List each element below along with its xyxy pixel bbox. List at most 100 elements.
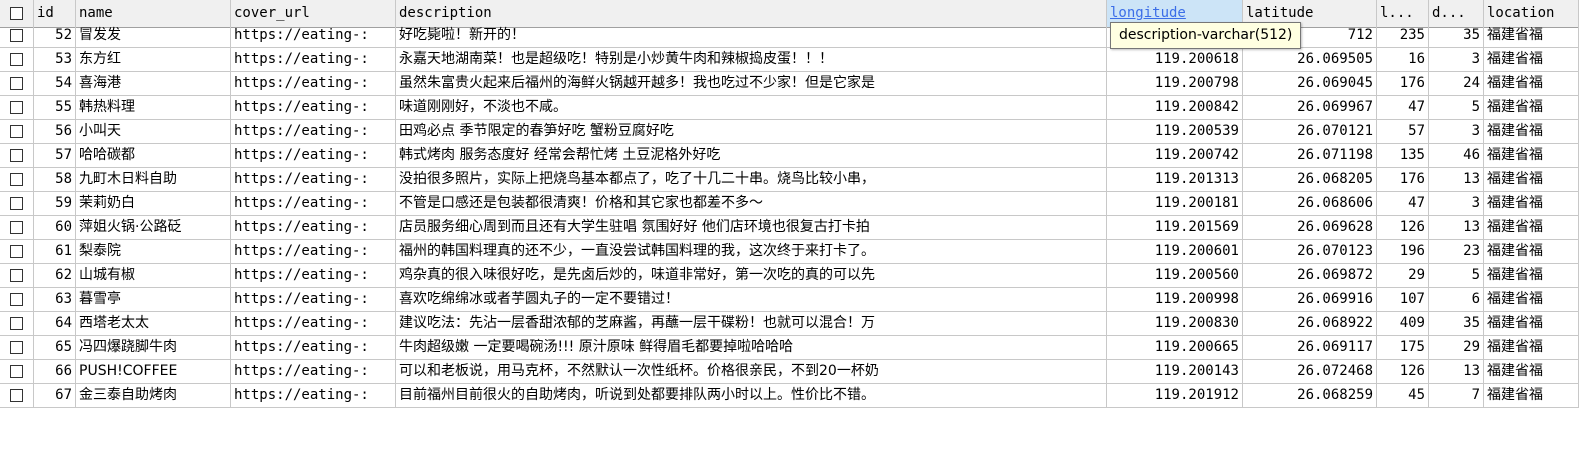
row-checkbox[interactable] <box>0 336 34 360</box>
cell-latitude[interactable]: 26.069505 <box>1243 48 1377 72</box>
cell-id[interactable]: 60 <box>34 216 76 240</box>
row-checkbox[interactable] <box>0 96 34 120</box>
checkbox-icon[interactable] <box>10 197 23 210</box>
cell-location[interactable]: 福建省福 <box>1484 264 1579 288</box>
cell-cover_url[interactable]: https://eating-: <box>231 384 396 408</box>
cell-latitude[interactable]: 26.069872 <box>1243 264 1377 288</box>
cell-location[interactable]: 福建省福 <box>1484 120 1579 144</box>
checkbox-icon[interactable] <box>10 341 23 354</box>
cell-description[interactable]: 可以和老板说，用马克杯，不然默认一次性纸杯。价格很亲民，不到20一杯奶 <box>396 360 1107 384</box>
cell-d[interactable]: 13 <box>1429 216 1484 240</box>
checkbox-icon[interactable] <box>10 29 23 42</box>
cell-cover_url[interactable]: https://eating-: <box>231 216 396 240</box>
cell-id[interactable]: 52 <box>34 24 76 48</box>
cell-location[interactable]: 福建省福 <box>1484 216 1579 240</box>
cell-longitude[interactable]: 119.200830 <box>1107 312 1243 336</box>
checkbox-icon[interactable] <box>10 149 23 162</box>
cell-name[interactable]: 小叫天 <box>76 120 231 144</box>
cell-location[interactable]: 福建省福 <box>1484 48 1579 72</box>
cell-l[interactable]: 126 <box>1377 360 1429 384</box>
row-checkbox[interactable] <box>0 360 34 384</box>
cell-latitude[interactable]: 26.068922 <box>1243 312 1377 336</box>
cell-d[interactable]: 3 <box>1429 120 1484 144</box>
cell-location[interactable]: 福建省福 <box>1484 360 1579 384</box>
checkbox-icon[interactable] <box>10 245 23 258</box>
checkbox-icon[interactable] <box>10 317 23 330</box>
cell-description[interactable]: 虽然朱富贵火起来后福州的海鲜火锅越开越多！我也吃过不少家！但是它家是 <box>396 72 1107 96</box>
row-checkbox[interactable] <box>0 48 34 72</box>
cell-cover_url[interactable]: https://eating-: <box>231 168 396 192</box>
cell-cover_url[interactable]: https://eating-: <box>231 312 396 336</box>
row-checkbox[interactable] <box>0 120 34 144</box>
cell-cover_url[interactable]: https://eating-: <box>231 24 396 48</box>
cell-d[interactable]: 6 <box>1429 288 1484 312</box>
cell-d[interactable]: 35 <box>1429 312 1484 336</box>
cell-longitude[interactable]: 119.200601 <box>1107 240 1243 264</box>
data-grid[interactable]: id name cover_url description longitude latit… <box>0 0 1579 408</box>
cell-longitude[interactable]: 119.200560 <box>1107 264 1243 288</box>
cell-id[interactable]: 63 <box>34 288 76 312</box>
row-checkbox[interactable] <box>0 216 34 240</box>
cell-cover_url[interactable]: https://eating-: <box>231 120 396 144</box>
cell-longitude[interactable]: 119.201912 <box>1107 384 1243 408</box>
cell-latitude[interactable]: 26.070121 <box>1243 120 1377 144</box>
row-checkbox[interactable] <box>0 384 34 408</box>
cell-d[interactable]: 5 <box>1429 264 1484 288</box>
checkbox-icon[interactable] <box>10 293 23 306</box>
cell-name[interactable]: 西塔老太太 <box>76 312 231 336</box>
cell-latitude[interactable]: 26.072468 <box>1243 360 1377 384</box>
cell-cover_url[interactable]: https://eating-: <box>231 96 396 120</box>
cell-longitude[interactable]: 119.200842 <box>1107 96 1243 120</box>
cell-name[interactable]: 金三泰自助烤肉 <box>76 384 231 408</box>
cell-l[interactable]: 176 <box>1377 168 1429 192</box>
cell-location[interactable]: 福建省福 <box>1484 168 1579 192</box>
row-checkbox[interactable] <box>0 264 34 288</box>
cell-latitude[interactable]: 26.069117 <box>1243 336 1377 360</box>
cell-name[interactable]: 暮雪亭 <box>76 288 231 312</box>
row-checkbox[interactable] <box>0 144 34 168</box>
cell-d[interactable]: 13 <box>1429 360 1484 384</box>
cell-latitude[interactable]: 26.069916 <box>1243 288 1377 312</box>
cell-description[interactable]: 建议吃法：先沾一层香甜浓郁的芝麻酱，再蘸一层干碟粉！也就可以混合！万 <box>396 312 1107 336</box>
cell-location[interactable]: 福建省福 <box>1484 192 1579 216</box>
cell-cover_url[interactable]: https://eating-: <box>231 72 396 96</box>
checkbox-icon[interactable] <box>10 7 23 20</box>
cell-id[interactable]: 64 <box>34 312 76 336</box>
checkbox-icon[interactable] <box>10 173 23 186</box>
cell-description[interactable]: 没拍很多照片，实际上把烧鸟基本都点了，吃了十几二十串。烧鸟比较小串， <box>396 168 1107 192</box>
cell-name[interactable]: 茉莉奶白 <box>76 192 231 216</box>
cell-name[interactable]: 冯四爆跷脚牛肉 <box>76 336 231 360</box>
cell-l[interactable]: 57 <box>1377 120 1429 144</box>
cell-description[interactable]: 田鸡必点 季节限定的春笋好吃 蟹粉豆腐好吃 <box>396 120 1107 144</box>
row-checkbox[interactable] <box>0 192 34 216</box>
cell-d[interactable]: 5 <box>1429 96 1484 120</box>
row-checkbox[interactable] <box>0 312 34 336</box>
cell-d[interactable]: 23 <box>1429 240 1484 264</box>
cell-id[interactable]: 55 <box>34 96 76 120</box>
cell-name[interactable]: 哈哈碳都 <box>76 144 231 168</box>
cell-location[interactable]: 福建省福 <box>1484 144 1579 168</box>
cell-latitude[interactable]: 26.068205 <box>1243 168 1377 192</box>
cell-d[interactable]: 35 <box>1429 24 1484 48</box>
cell-latitude[interactable]: 26.069045 <box>1243 72 1377 96</box>
cell-latitude[interactable]: 26.069967 <box>1243 96 1377 120</box>
cell-description[interactable]: 牛肉超级嫩 一定要喝碗汤!!! 原汁原味 鲜得眉毛都要掉啦哈哈哈 <box>396 336 1107 360</box>
cell-id[interactable]: 56 <box>34 120 76 144</box>
cell-location[interactable]: 福建省福 <box>1484 336 1579 360</box>
cell-l[interactable]: 47 <box>1377 192 1429 216</box>
row-checkbox[interactable] <box>0 240 34 264</box>
cell-location[interactable]: 福建省福 <box>1484 72 1579 96</box>
cell-description[interactable]: 味道刚刚好，不淡也不咸。 <box>396 96 1107 120</box>
cell-d[interactable]: 3 <box>1429 48 1484 72</box>
cell-l[interactable]: 107 <box>1377 288 1429 312</box>
cell-l[interactable]: 29 <box>1377 264 1429 288</box>
cell-name[interactable]: 九町木日料自助 <box>76 168 231 192</box>
checkbox-icon[interactable] <box>10 125 23 138</box>
cell-longitude[interactable]: 119.201569 <box>1107 216 1243 240</box>
cell-id[interactable]: 58 <box>34 168 76 192</box>
cell-latitude[interactable]: 26.068606 <box>1243 192 1377 216</box>
cell-d[interactable]: 13 <box>1429 168 1484 192</box>
cell-location[interactable]: 福建省福 <box>1484 24 1579 48</box>
cell-name[interactable]: PUSH!COFFEE <box>76 360 231 384</box>
cell-id[interactable]: 53 <box>34 48 76 72</box>
